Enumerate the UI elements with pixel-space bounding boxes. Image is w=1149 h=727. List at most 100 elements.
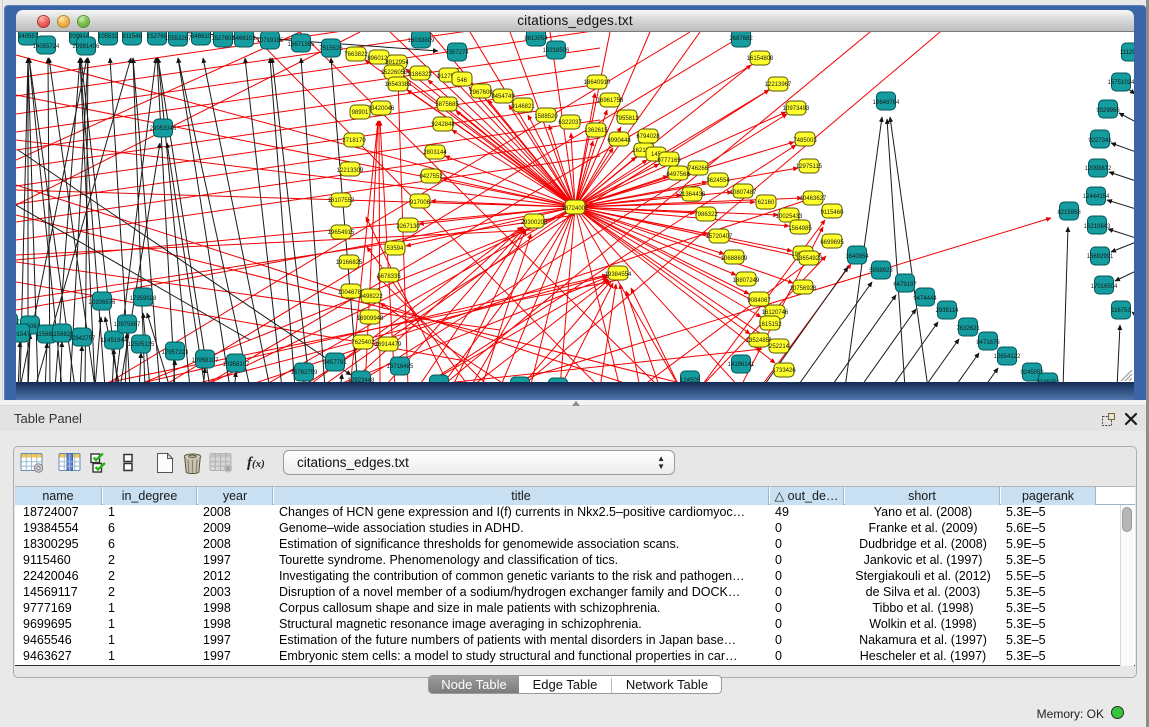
svg-text:8215958: 8215958 bbox=[1057, 210, 1081, 216]
svg-text:5938923: 5938923 bbox=[869, 268, 893, 274]
svg-text:2687682: 2687682 bbox=[729, 36, 753, 42]
svg-text:10958107: 10958107 bbox=[192, 358, 219, 364]
svg-text:16210643: 16210643 bbox=[1084, 224, 1111, 230]
svg-text:9329966: 9329966 bbox=[1096, 108, 1120, 114]
svg-text:10719185: 10719185 bbox=[257, 38, 284, 44]
svg-text:7986322: 7986322 bbox=[694, 212, 718, 218]
svg-text:6497568: 6497568 bbox=[666, 172, 690, 178]
svg-text:546: 546 bbox=[457, 78, 468, 84]
svg-text:9427552: 9427552 bbox=[419, 174, 443, 180]
svg-text:10975887: 10975887 bbox=[114, 322, 141, 328]
svg-text:16909948: 16909948 bbox=[357, 316, 384, 322]
svg-text:5875685: 5875685 bbox=[435, 102, 459, 108]
svg-text:3267130: 3267130 bbox=[396, 224, 420, 230]
svg-text:14196141: 14196141 bbox=[728, 362, 755, 368]
svg-text:16033809: 16033809 bbox=[408, 38, 435, 44]
svg-text:9457791: 9457791 bbox=[323, 360, 347, 366]
svg-text:18807249: 18807249 bbox=[733, 278, 760, 284]
svg-text:12505135: 12505135 bbox=[128, 342, 155, 348]
svg-text:18107553: 18107553 bbox=[328, 198, 355, 204]
svg-text:19654915: 19654915 bbox=[328, 230, 355, 236]
svg-text:746266: 746266 bbox=[688, 166, 709, 172]
svg-text:7632621: 7632621 bbox=[956, 326, 980, 332]
svg-text:391547: 391547 bbox=[16, 332, 31, 338]
svg-text:17957223: 17957223 bbox=[162, 350, 189, 356]
svg-text:10958107: 10958107 bbox=[223, 362, 250, 368]
svg-text:9084067: 9084067 bbox=[747, 298, 771, 304]
svg-text:2718170: 2718170 bbox=[342, 138, 366, 144]
svg-text:1362615: 1362615 bbox=[584, 128, 608, 134]
svg-text:2967608: 2967608 bbox=[469, 90, 493, 96]
svg-text:12444154: 12444154 bbox=[1083, 194, 1110, 200]
svg-text:15720407: 15720407 bbox=[706, 234, 733, 240]
svg-text:16961758: 16961758 bbox=[597, 98, 624, 104]
svg-text:2935114: 2935114 bbox=[936, 308, 960, 314]
svg-text:8454749: 8454749 bbox=[491, 94, 515, 100]
svg-text:10756928: 10756928 bbox=[790, 286, 817, 292]
svg-text:10553267: 10553267 bbox=[165, 36, 192, 42]
svg-text:911546: 911546 bbox=[122, 34, 142, 40]
svg-text:6322037: 6322037 bbox=[558, 120, 582, 126]
svg-text:16120746: 16120746 bbox=[762, 310, 789, 316]
svg-text:10688609: 10688609 bbox=[721, 256, 748, 262]
svg-text:917006: 917006 bbox=[410, 200, 431, 206]
svg-text:16914479: 16914479 bbox=[375, 342, 402, 348]
svg-text:11451944: 11451944 bbox=[101, 338, 128, 344]
svg-text:29300203: 29300203 bbox=[521, 220, 548, 226]
svg-text:6990448: 6990448 bbox=[607, 138, 631, 144]
svg-text:20206576: 20206576 bbox=[89, 300, 116, 306]
svg-text:7625402: 7625402 bbox=[351, 340, 375, 346]
svg-text:1640954: 1640954 bbox=[845, 254, 869, 260]
svg-text:15226058: 15226058 bbox=[381, 70, 408, 76]
svg-text:19166825: 19166825 bbox=[336, 260, 363, 266]
svg-text:9777169: 9777169 bbox=[657, 158, 681, 164]
svg-text:13716485: 13716485 bbox=[387, 364, 414, 370]
svg-text:14055724: 14055724 bbox=[33, 44, 60, 50]
svg-text:12093872: 12093872 bbox=[1085, 166, 1112, 172]
svg-text:7955812: 7955812 bbox=[615, 116, 639, 122]
svg-text:6479197: 6479197 bbox=[893, 282, 917, 288]
svg-text:9227341: 9227341 bbox=[1088, 138, 1112, 144]
svg-text:16648764: 16648764 bbox=[873, 100, 900, 106]
svg-text:21364436: 21364436 bbox=[679, 192, 706, 198]
svg-text:10973493: 10973493 bbox=[783, 106, 810, 112]
svg-text:16154808: 16154808 bbox=[747, 56, 774, 62]
svg-text:5678335: 5678335 bbox=[377, 274, 401, 280]
svg-text:12942757: 12942757 bbox=[69, 336, 96, 342]
svg-text:1615152: 1615152 bbox=[758, 322, 782, 328]
svg-text:29053346: 29053346 bbox=[150, 126, 177, 132]
svg-text:53594: 53594 bbox=[387, 246, 404, 252]
svg-text:2803144: 2803144 bbox=[423, 150, 447, 156]
svg-text:7515526: 7515526 bbox=[319, 46, 343, 52]
svg-text:62160: 62160 bbox=[758, 200, 775, 206]
svg-text:98901: 98901 bbox=[352, 110, 369, 116]
svg-text:9498222: 9498222 bbox=[359, 294, 383, 300]
svg-text:1564985: 1564985 bbox=[788, 226, 812, 232]
svg-text:19218506: 19218506 bbox=[543, 48, 570, 54]
svg-text:12213309: 12213309 bbox=[337, 168, 364, 174]
svg-text:9242848: 9242848 bbox=[431, 122, 455, 128]
svg-text:240557: 240557 bbox=[18, 34, 39, 40]
svg-text:3624554: 3624554 bbox=[706, 178, 730, 184]
svg-text:16671385: 16671385 bbox=[288, 42, 315, 48]
svg-text:12213967: 12213967 bbox=[765, 82, 792, 88]
svg-text:105532: 105532 bbox=[98, 34, 119, 40]
svg-text:646610: 646610 bbox=[191, 34, 212, 40]
svg-text:10654122: 10654122 bbox=[994, 354, 1021, 360]
svg-text:9146821: 9146821 bbox=[511, 104, 535, 110]
svg-text:17359928: 17359928 bbox=[130, 296, 157, 302]
svg-text:18640910: 18640910 bbox=[584, 80, 611, 86]
svg-text:7357274: 7357274 bbox=[445, 50, 469, 56]
svg-text:1112905: 1112905 bbox=[1120, 50, 1134, 56]
svg-text:16782759: 16782759 bbox=[291, 370, 318, 376]
svg-text:17016504: 17016504 bbox=[1091, 284, 1118, 290]
svg-text:15692991: 15692991 bbox=[1087, 254, 1114, 260]
svg-text:8186323: 8186323 bbox=[408, 72, 432, 78]
svg-text:7485003: 7485003 bbox=[793, 138, 817, 144]
svg-text:9115460: 9115460 bbox=[821, 210, 845, 216]
svg-text:19384554: 19384554 bbox=[605, 272, 632, 278]
svg-text:8471676: 8471676 bbox=[976, 340, 1000, 346]
svg-text:10025433: 10025433 bbox=[776, 214, 803, 220]
svg-text:18724007: 18724007 bbox=[562, 206, 589, 212]
svg-text:1588520: 1588520 bbox=[534, 114, 558, 120]
